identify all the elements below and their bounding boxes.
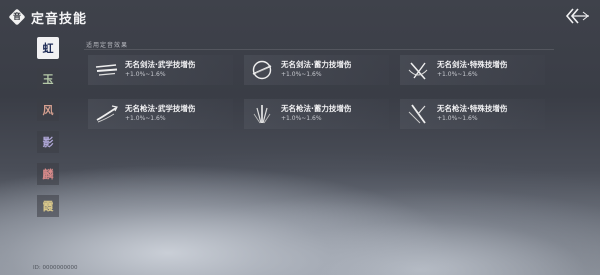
section-divider bbox=[84, 49, 554, 50]
player-uid: ID: 0000000000 bbox=[33, 265, 78, 271]
skill-value: +1.0%~1.6% bbox=[125, 71, 166, 78]
skill-card[interactable]: 无名枪法·蓄力技增伤 +1.0%~1.6% bbox=[244, 99, 389, 129]
skill-card[interactable]: 无名剑法·蓄力技增伤 +1.0%~1.6% bbox=[244, 55, 389, 85]
sword-charge-icon bbox=[252, 60, 272, 80]
sidebar-item-label: 麟 bbox=[42, 168, 54, 181]
sidebar-item-label: 风 bbox=[42, 104, 54, 117]
header-bar: 音 定音技能 bbox=[0, 0, 600, 38]
skill-card[interactable]: 无名枪法·武学技增伤 +1.0%~1.6% bbox=[88, 99, 233, 129]
back-arrow-icon[interactable] bbox=[564, 7, 590, 25]
skill-name: 无名枪法·特殊技增伤 bbox=[437, 104, 508, 113]
skill-value: +1.0%~1.6% bbox=[437, 71, 478, 78]
sidebar-item-lin[interactable]: 麟 bbox=[37, 163, 59, 185]
sidebar-item-ying[interactable]: 影 bbox=[37, 131, 59, 153]
spear-slash-icon bbox=[96, 105, 118, 123]
sidebar-item-label: 玉 bbox=[42, 73, 54, 86]
skill-name: 无名枪法·蓄力技增伤 bbox=[281, 104, 352, 113]
skill-value: +1.0%~1.6% bbox=[437, 115, 478, 122]
sidebar-item-label: 虹 bbox=[42, 42, 54, 55]
skill-card[interactable]: 无名枪法·特殊技增伤 +1.0%~1.6% bbox=[400, 99, 545, 129]
skill-name: 无名枪法·武学技增伤 bbox=[125, 104, 196, 113]
section-label: 适用定音效果 bbox=[86, 42, 129, 49]
sword-slash-icon bbox=[95, 64, 118, 76]
skill-value: +1.0%~1.6% bbox=[281, 115, 322, 122]
skill-logo-icon: 音 bbox=[8, 8, 26, 26]
sword-special-icon bbox=[408, 62, 428, 80]
sidebar-item-feng[interactable]: 风 bbox=[37, 99, 59, 121]
spear-charge-icon bbox=[253, 105, 271, 124]
sidebar-item-yu[interactable]: 玉 bbox=[37, 68, 59, 90]
spear-special-icon bbox=[408, 104, 426, 124]
skill-name: 无名剑法·蓄力技增伤 bbox=[281, 60, 352, 69]
sidebar-item-label: 霞 bbox=[42, 200, 54, 213]
skill-value: +1.0%~1.6% bbox=[125, 115, 166, 122]
skill-name: 无名剑法·特殊技增伤 bbox=[437, 60, 508, 69]
sidebar-item-label: 影 bbox=[42, 136, 54, 149]
skill-name: 无名剑法·武学技增伤 bbox=[125, 60, 196, 69]
sidebar-item-xia[interactable]: 霞 bbox=[37, 195, 59, 217]
skill-card[interactable]: 无名剑法·特殊技增伤 +1.0%~1.6% bbox=[400, 55, 545, 85]
page-title: 定音技能 bbox=[31, 12, 88, 27]
skill-card[interactable]: 无名剑法·武学技增伤 +1.0%~1.6% bbox=[88, 55, 233, 85]
sidebar-item-hong[interactable]: 虹 bbox=[37, 37, 59, 59]
skill-value: +1.0%~1.6% bbox=[281, 71, 322, 78]
